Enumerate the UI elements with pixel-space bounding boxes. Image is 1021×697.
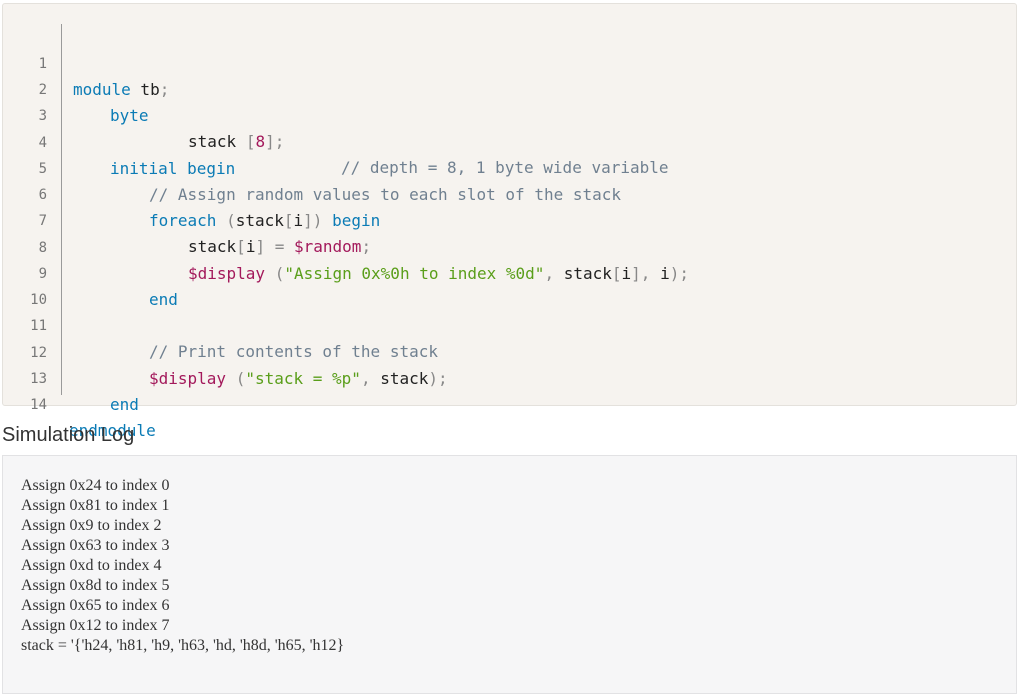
log-line: Assign 0x81 to index 1 — [21, 497, 170, 514]
section-heading: Simulation Log — [2, 424, 135, 446]
code-line-6: 6 foreach (stack[i]) begin — [3, 156, 1016, 230]
code-line-13: 13 end — [3, 340, 1016, 414]
code-line-3: 3 — [3, 77, 1016, 124]
code-line-7: 7 stack[i] = $random; — [3, 182, 1016, 256]
code-block: 1 module tb; 2 byte stack [8]; // depth … — [2, 3, 1017, 440]
code-line-1: 1 module tb; — [3, 25, 1016, 99]
code-line-11: 11 // Print contents of the stack — [3, 287, 1016, 361]
code-line-10: 10 — [3, 261, 1016, 308]
code-line-2: 2 byte stack [8]; // depth = 8, 1 byte w… — [3, 51, 1016, 177]
code-line-5: 5 // Assign random values to each slot o… — [3, 130, 1016, 204]
keyword: end — [110, 395, 139, 414]
code-line-12: 12 $display ("stack = %p", stack); — [3, 314, 1016, 388]
log-line: Assign 0x8d to index 5 — [21, 577, 170, 594]
code-line-14: 14 endmodule — [3, 366, 1016, 440]
log-line: Assign 0x24 to index 0 — [21, 477, 170, 494]
log-line: Assign 0x63 to index 3 — [21, 537, 170, 554]
line-number: 14 — [30, 397, 47, 413]
code-line-8: 8 $display ("Assign 0x%0h to index %0d",… — [3, 209, 1016, 283]
log-line: Assign 0x12 to index 7 — [21, 617, 170, 634]
log-line: Assign 0x65 to index 6 — [21, 597, 170, 614]
code-line-4: 4 initial begin — [3, 104, 1016, 178]
log-line: Assign 0x9 to index 2 — [21, 517, 162, 534]
log-line: stack = '{'h24, 'h81, 'h9, 'h63, 'hd, 'h… — [21, 637, 345, 654]
code-line-9: 9 end — [3, 235, 1016, 309]
simulation-log: Assign 0x24 to index 0 Assign 0x81 to in… — [2, 455, 1017, 694]
log-line: Assign 0xd to index 4 — [21, 557, 162, 574]
